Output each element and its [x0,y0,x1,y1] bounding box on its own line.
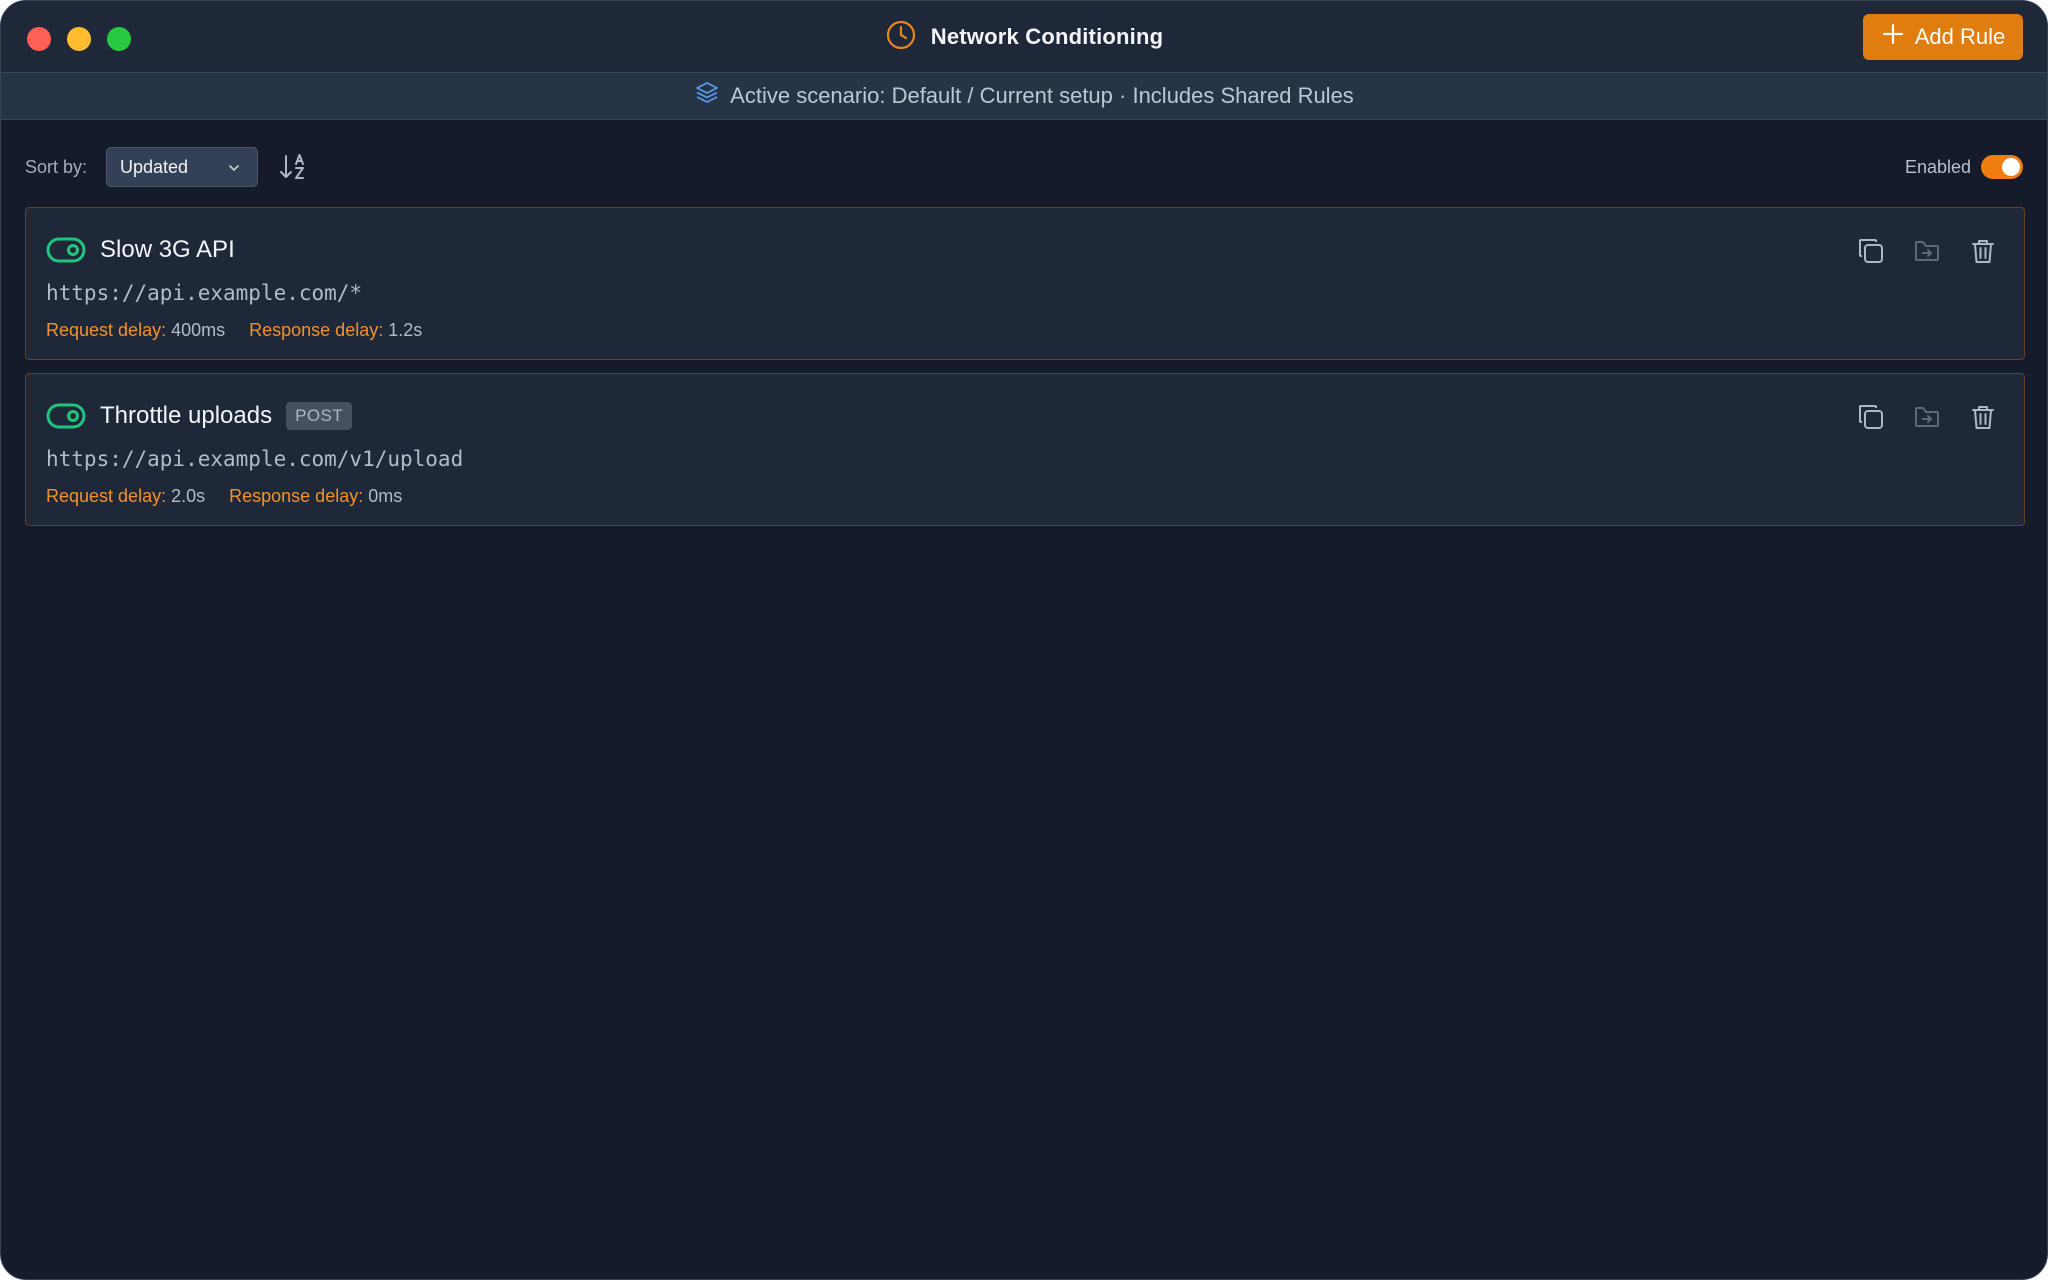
enabled-toggle[interactable] [1981,155,2023,179]
method-badge: POST [286,402,352,430]
window-title: Network Conditioning [930,24,1164,49]
enabled-label: Enabled [1904,157,1971,177]
active-scenario-text: Active scenario: Default / Current setup… [730,83,1354,108]
add-rule-label: Add Rule [1914,24,2006,49]
rule-actions [1856,402,1998,432]
request-delay-label: Request delay: [46,320,167,340]
trash-icon[interactable] [1968,402,1998,432]
window-title-group: Network Conditioning [1,1,2047,73]
rule-actions [1856,236,1998,266]
rule-title-row: Slow 3G API [46,232,235,268]
trash-icon[interactable] [1968,236,1998,266]
rule-name: Slow 3G API [100,236,235,263]
folder-move-icon[interactable] [1912,402,1942,432]
rule-url: https://api.example.com/* [46,281,363,305]
response-delay-label: Response delay: [249,320,384,340]
request-delay-label: Request delay: [46,486,167,506]
rules-toolbar: Sort by: Updated Enabled [25,147,2023,187]
rule-delays: Request delay: 2.0s Response delay: 0ms [46,486,402,507]
sort-by-label: Sort by: [25,157,88,177]
sort-by-value: Updated [120,156,189,177]
app-window: Network Conditioning Add Rule Active sce… [0,0,2048,1280]
rule-url: https://api.example.com/v1/upload [46,447,464,471]
rule-delays: Request delay: 400ms Response delay: 1.2… [46,320,422,341]
title-bar: Network Conditioning Add Rule [1,1,2047,73]
toggle-on-icon[interactable] [46,402,86,430]
response-delay-value: 1.2s [388,320,423,340]
clock-icon [885,19,917,56]
request-delay: Request delay: 2.0s [46,486,205,507]
rule-card[interactable]: Slow 3G API https://api.example.com/* Re… [25,207,2025,360]
request-delay-value: 400ms [171,320,226,340]
response-delay-value: 0ms [368,486,403,506]
response-delay: Response delay: 1.2s [249,320,422,341]
rule-card[interactable]: Throttle uploads POST https://api.exampl… [25,373,2025,526]
toggle-on-icon[interactable] [46,236,86,264]
sort-by-select[interactable]: Updated [106,147,258,187]
sort-direction-button[interactable] [277,151,309,183]
request-delay-value: 2.0s [171,486,206,506]
active-scenario-bar: Active scenario: Default / Current setup… [1,73,2047,120]
folder-move-icon[interactable] [1912,236,1942,266]
layers-icon [694,80,720,112]
copy-icon[interactable] [1856,402,1886,432]
response-delay-label: Response delay: [229,486,364,506]
response-delay: Response delay: 0ms [229,486,402,507]
rule-name: Throttle uploads [100,402,273,429]
sort-alpha-icon [277,154,309,187]
plus-icon [1881,22,1905,52]
request-delay: Request delay: 400ms [46,320,225,341]
rule-title-row: Throttle uploads POST [46,398,352,434]
copy-icon[interactable] [1856,236,1886,266]
add-rule-button[interactable]: Add Rule [1863,14,2023,60]
